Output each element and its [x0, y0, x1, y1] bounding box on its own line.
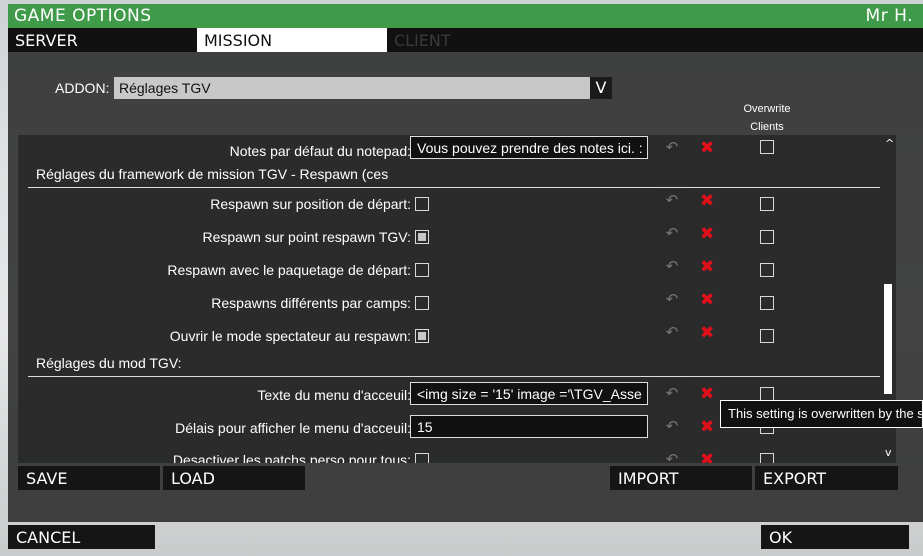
setting-label: Notes par défaut du notepad: [229, 143, 411, 159]
reset-x-icon[interactable]: ✖ [700, 449, 716, 463]
overwrite-checkbox[interactable] [760, 140, 774, 154]
reset-x-icon[interactable]: ✖ [700, 322, 716, 344]
welcome-delay-input[interactable]: 15 [410, 415, 648, 438]
section-title: Réglages du framework de mission TGV - R… [36, 166, 389, 182]
scroll-down-arrow-icon[interactable]: v [885, 446, 892, 459]
setting-row-respawn-point: Respawn sur point respawn TGV: ↶ ✖ [18, 221, 878, 254]
value-checkbox[interactable] [415, 329, 429, 343]
undo-icon[interactable]: ↶ [660, 190, 684, 212]
scroll-up-arrow-icon[interactable]: ^ [885, 137, 894, 150]
overwrite-checkbox[interactable] [760, 197, 774, 211]
scrollbar-thumb[interactable] [884, 284, 892, 394]
welcome-text-input[interactable]: <img size = '15' image ='\TGV_Asse [410, 382, 648, 405]
overwrite-checkbox[interactable] [760, 387, 774, 401]
value-checkbox[interactable] [415, 263, 429, 277]
save-button[interactable]: SAVE [18, 466, 160, 490]
setting-row-respawn-sides: Respawns différents par camps: ↶ ✖ [18, 287, 878, 320]
value-checkbox[interactable] [415, 296, 429, 310]
undo-icon[interactable]: ↶ [660, 383, 684, 405]
setting-label: Respawn sur position de départ: [210, 196, 411, 212]
cancel-button[interactable]: CANCEL [8, 525, 155, 549]
undo-icon[interactable]: ↶ [660, 416, 684, 438]
export-button[interactable]: EXPORT [755, 466, 898, 490]
overwrite-header-line2: Clients [750, 121, 784, 133]
value-checkbox[interactable] [415, 197, 429, 211]
setting-row-disable-patches: Desactiver les patchs perso pour tous: ↶… [18, 447, 878, 463]
setting-row-spectator: Ouvrir le mode spectateur au respawn: ↶ … [18, 320, 878, 353]
ok-button[interactable]: OK [761, 525, 909, 549]
title-bar: GAME OPTIONS Mr H. [8, 4, 923, 28]
undo-icon[interactable]: ↶ [660, 256, 684, 278]
setting-label: Respawn sur point respawn TGV: [202, 229, 411, 245]
undo-icon[interactable]: ↶ [660, 289, 684, 311]
setting-row-respawn-start: Respawn sur position de départ: ↶ ✖ [18, 188, 878, 221]
overwrite-checkbox[interactable] [760, 230, 774, 244]
import-button[interactable]: IMPORT [610, 466, 752, 490]
section-header-respawn: Réglages du framework de mission TGV - R… [28, 162, 880, 188]
section-header-mod: Réglages du mod TGV: [28, 351, 880, 377]
addon-label: ADDON: [55, 80, 110, 96]
tab-bar: SERVER MISSION CLIENT [8, 28, 923, 52]
overwrite-header-line1: Overwrite [743, 103, 791, 115]
section-title: Réglages du mod TGV: [36, 355, 182, 371]
reset-x-icon[interactable]: ✖ [700, 256, 716, 278]
reset-x-icon[interactable]: ✖ [700, 190, 716, 212]
overwrite-checkbox[interactable] [760, 329, 774, 343]
undo-icon[interactable]: ↶ [660, 137, 684, 159]
setting-label: Ouvrir le mode spectateur au respawn: [169, 328, 411, 344]
window-title: GAME OPTIONS [14, 6, 152, 26]
load-button[interactable]: LOAD [163, 466, 305, 490]
reset-x-icon[interactable]: ✖ [700, 383, 716, 405]
value-checkbox[interactable] [415, 230, 429, 244]
value-checkbox[interactable] [415, 453, 429, 463]
setting-row-respawn-loadout: Respawn avec le paquetage de départ: ↶ ✖ [18, 254, 878, 287]
chevron-down-icon[interactable]: V [590, 77, 612, 99]
tab-mission[interactable]: MISSION [197, 28, 387, 52]
reset-x-icon[interactable]: ✖ [700, 137, 716, 159]
overwrite-clients-header: Overwrite Clients [734, 100, 800, 136]
reset-x-icon[interactable]: ✖ [700, 223, 716, 245]
overwrite-checkbox[interactable] [760, 453, 774, 463]
reset-x-icon[interactable]: ✖ [700, 289, 716, 311]
tab-client[interactable]: CLIENT [387, 28, 577, 52]
addon-select[interactable]: Réglages TGV [114, 77, 590, 99]
notepad-input[interactable]: Vous pouvez prendre des notes ici. : [410, 136, 648, 159]
setting-label: Desactiver les patchs perso pour tous: [172, 452, 411, 463]
undo-icon[interactable]: ↶ [660, 449, 684, 463]
undo-icon[interactable]: ↶ [660, 223, 684, 245]
undo-icon[interactable]: ↶ [660, 322, 684, 344]
setting-label: Respawns différents par camps: [211, 295, 411, 311]
user-name: Mr H. [865, 6, 913, 26]
overwrite-tooltip: This setting is overwritten by the s [720, 400, 923, 428]
setting-label: Respawn avec le paquetage de départ: [167, 262, 411, 278]
tab-server[interactable]: SERVER [8, 28, 197, 52]
setting-label: Texte du menu d'acceuil: [257, 387, 411, 403]
overwrite-checkbox[interactable] [760, 296, 774, 310]
reset-x-icon[interactable]: ✖ [700, 416, 716, 438]
setting-label: Délais pour afficher le menu d'acceuil: [175, 420, 411, 436]
overwrite-checkbox[interactable] [760, 263, 774, 277]
